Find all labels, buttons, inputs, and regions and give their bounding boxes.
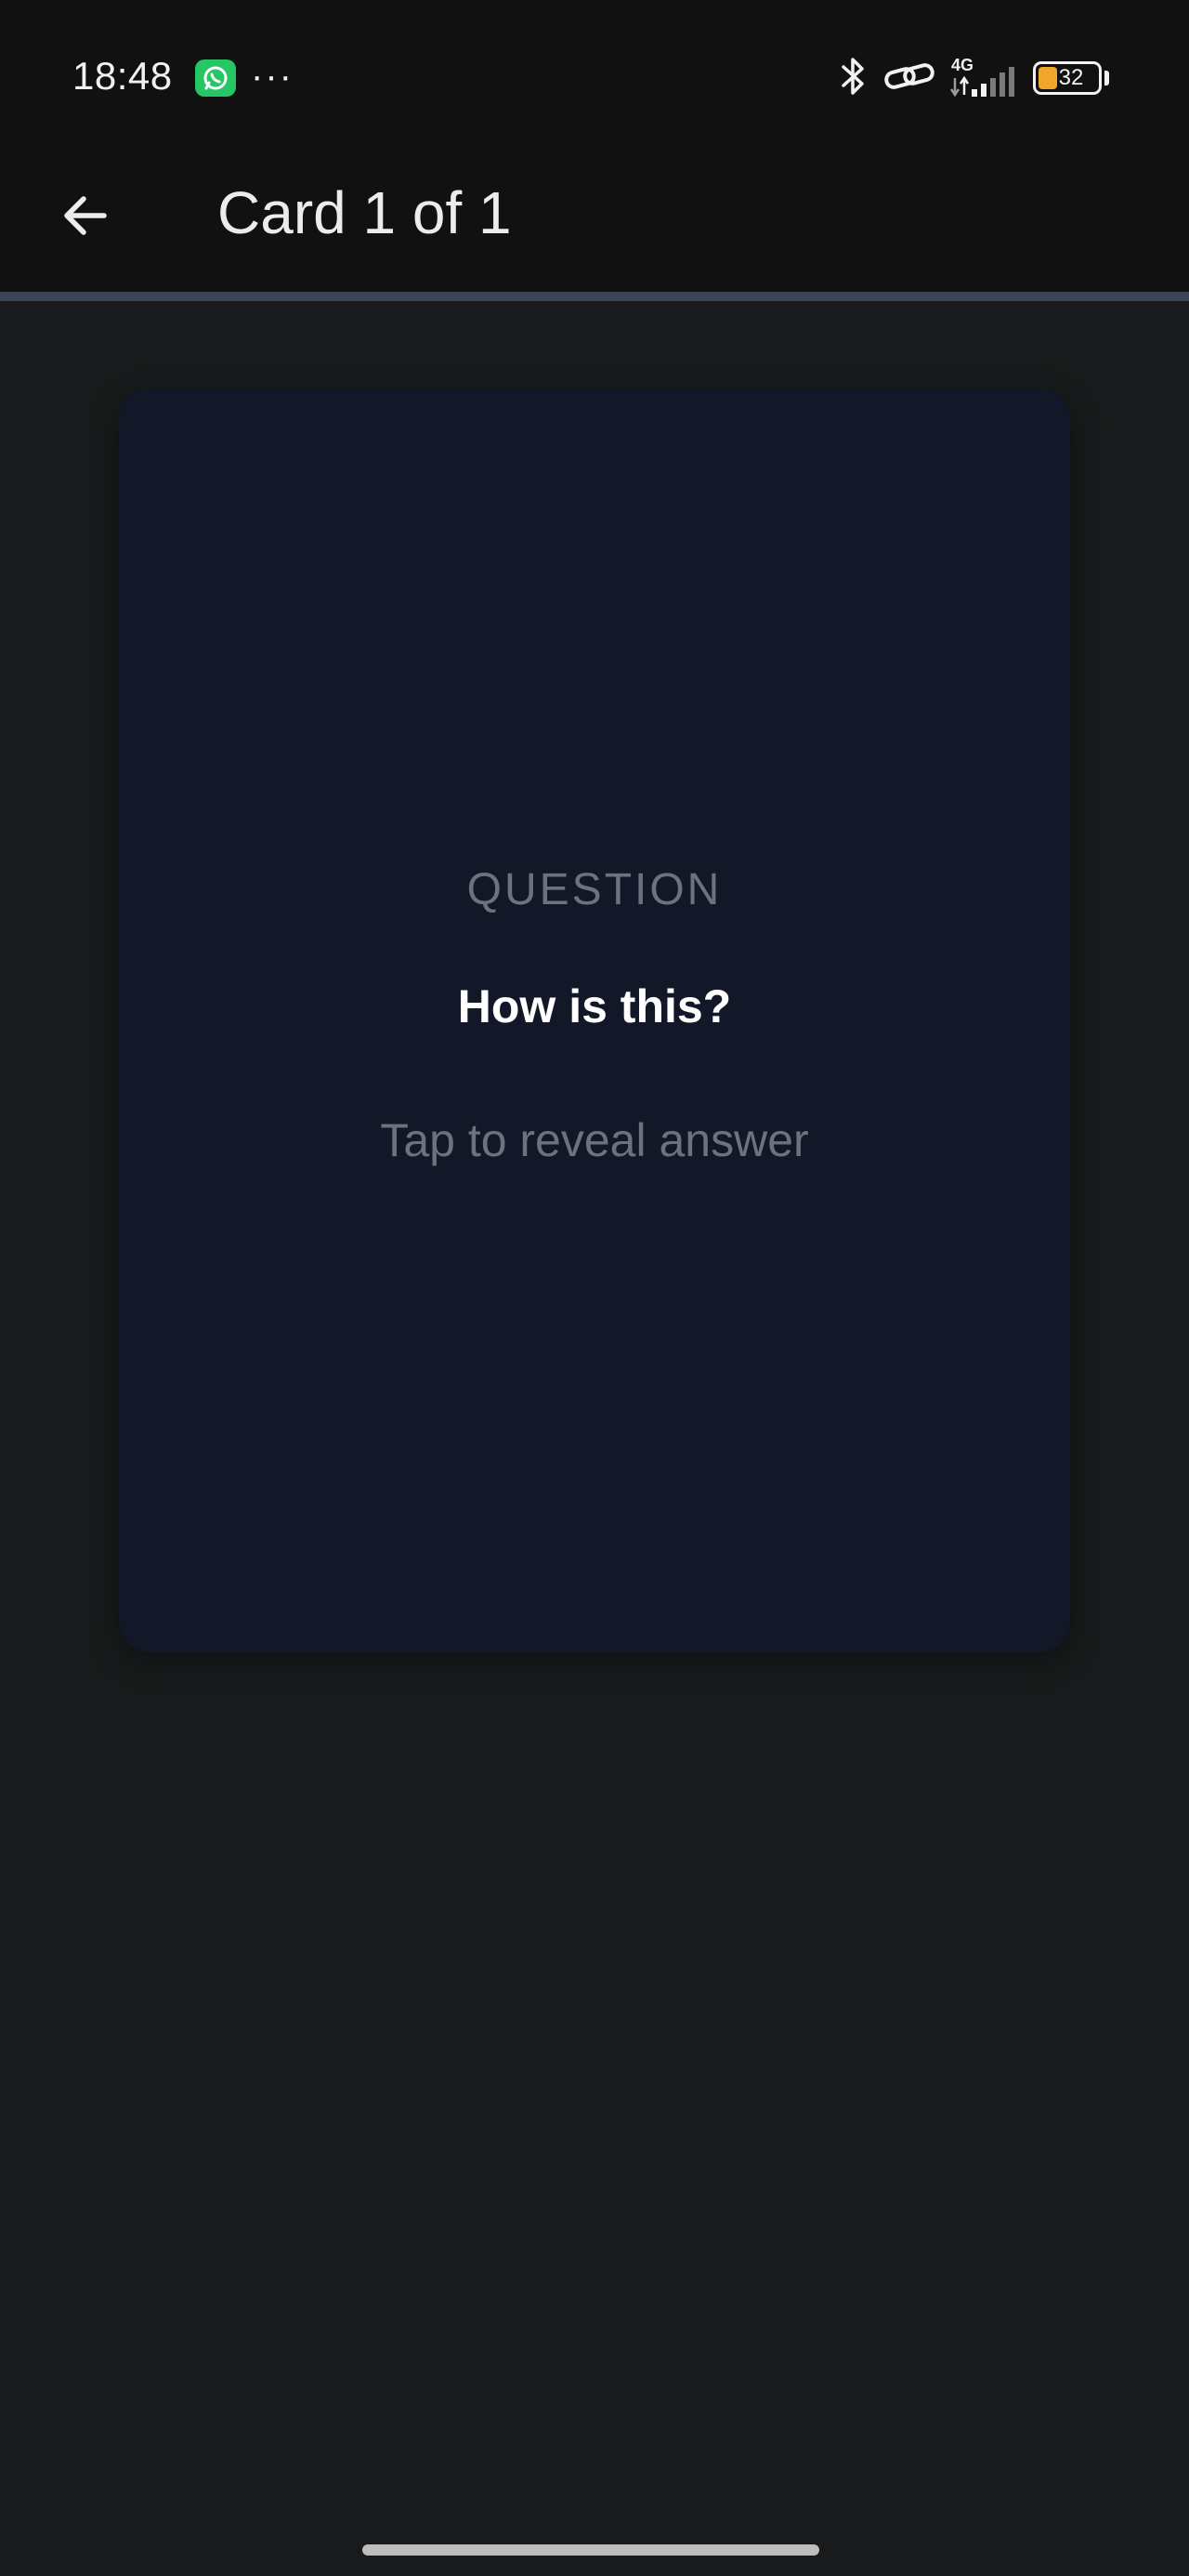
back-button[interactable] [46, 177, 124, 255]
more-notifications-indicator: ··· [251, 56, 294, 97]
whatsapp-icon [195, 59, 236, 97]
battery-cap [1104, 71, 1109, 85]
card-question-text: How is this? [457, 980, 732, 1032]
home-indicator[interactable] [362, 2544, 819, 2556]
battery-icon: 32 [1033, 61, 1102, 95]
status-time: 18:48 [72, 54, 173, 98]
arrow-left-icon [64, 196, 107, 235]
bluetooth-icon [838, 54, 869, 103]
network-type-label: 4G [951, 56, 973, 74]
reveal-answer-hint: Tap to reveal answer [380, 1114, 809, 1166]
status-bar: 18:48 ··· 4G 32 [0, 0, 1189, 139]
app-bar: Card 1 of 1 [0, 139, 1189, 292]
link-icon [882, 54, 936, 103]
progress-bar-fill [0, 292, 1189, 301]
signal-icon: 4G [947, 54, 1022, 105]
flash-card[interactable]: QUESTION How is this? Tap to reveal answ… [119, 388, 1070, 1652]
card-side-label: QUESTION [466, 865, 723, 914]
battery-level: 32 [1058, 65, 1084, 90]
page-title: Card 1 of 1 [217, 179, 512, 246]
progress-bar [0, 292, 1189, 301]
